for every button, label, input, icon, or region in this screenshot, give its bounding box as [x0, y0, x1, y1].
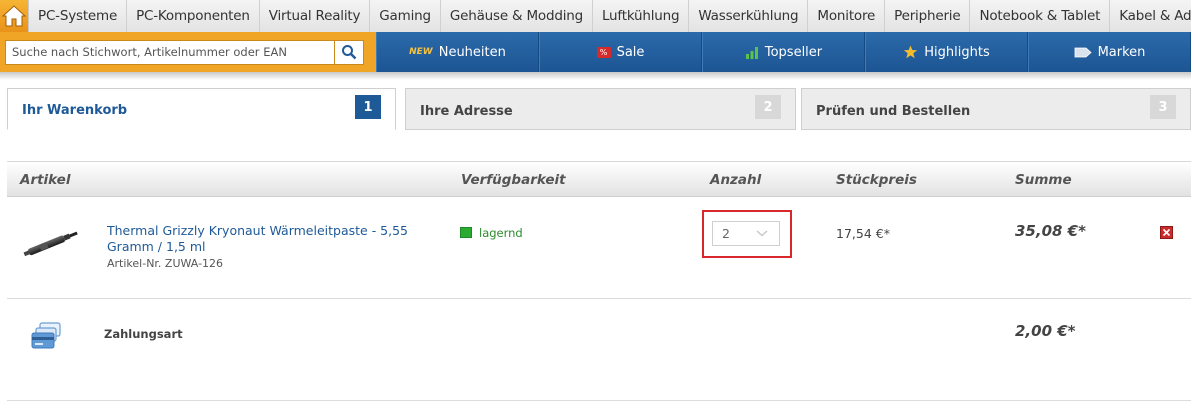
home-button[interactable] — [0, 0, 29, 32]
quick-nav: NEW Neuheiten % Sale Topseller Highlight… — [376, 32, 1191, 72]
step-label: Ihr Warenkorb — [22, 103, 128, 118]
header-verfuegbarkeit: Verfügbarkeit — [461, 172, 566, 188]
stock-indicator-icon — [460, 227, 472, 238]
quick-nav-topseller[interactable]: Topseller — [702, 32, 865, 72]
header-stueckpreis: Stückpreis — [836, 172, 917, 188]
payment-label: Zahlungsart — [104, 327, 183, 341]
header-summe: Summe — [1015, 172, 1072, 188]
nav-item-pc-systeme[interactable]: PC-Systeme — [29, 0, 128, 32]
nav-item-wasserkuehlung[interactable]: Wasserkühlung — [689, 0, 809, 32]
bar-chart-icon — [745, 46, 758, 59]
nav-item-kabel-adapter[interactable]: Kabel & Adapter — [1110, 0, 1191, 32]
header-anzahl: Anzahl — [710, 172, 762, 188]
sale-badge: % — [596, 46, 611, 58]
nav-item-gaming[interactable]: Gaming — [370, 0, 441, 32]
new-badge: NEW — [409, 47, 433, 57]
nav-item-monitore[interactable]: Monitore — [808, 0, 886, 32]
quick-nav-label: Highlights — [924, 44, 990, 60]
nav-item-luftkuehlung[interactable]: Luftkühlung — [592, 0, 690, 32]
step-number: 1 — [355, 95, 381, 119]
payment-row: Zahlungsart 2,00 €* — [7, 300, 1191, 401]
star-icon — [904, 45, 918, 59]
nav-item-virtual-reality[interactable]: Virtual Reality — [259, 0, 371, 32]
step-label: Prüfen und Bestellen — [816, 103, 971, 119]
nav-item-pc-komponenten[interactable]: PC-Komponenten — [127, 0, 260, 32]
close-icon — [1162, 228, 1171, 237]
step-cart[interactable]: Ihr Warenkorb 1 — [7, 88, 396, 130]
quick-nav-marken[interactable]: Marken — [1028, 32, 1191, 72]
payment-total: 2,00 €* — [1015, 322, 1076, 340]
search-area — [0, 32, 376, 72]
nav-item-gehaeuse-modding[interactable]: Gehäuse & Modding — [440, 0, 593, 32]
cart-table-header: Artikel Verfügbarkeit Anzahl Stückpreis … — [7, 161, 1191, 197]
nav-item-notebook-tablet[interactable]: Notebook & Tablet — [970, 0, 1111, 32]
product-sku: Artikel-Nr. ZUWA-126 — [107, 257, 224, 270]
unit-price: 17,54 €* — [836, 226, 890, 241]
step-number: 2 — [755, 95, 781, 119]
line-total: 35,08 €* — [1015, 222, 1086, 240]
step-number: 3 — [1150, 95, 1176, 119]
search-icon — [342, 45, 357, 60]
quick-nav-label: Topseller — [764, 44, 823, 60]
search-button[interactable] — [334, 39, 364, 65]
quantity-value: 2 — [722, 226, 730, 241]
quick-nav-sale[interactable]: % Sale — [539, 32, 702, 72]
availability-text: lagernd — [479, 226, 523, 240]
nav-item-peripherie[interactable]: Peripherie — [885, 0, 971, 32]
product-image — [23, 231, 78, 257]
quick-nav-label: Neuheiten — [438, 44, 506, 60]
product-title-link[interactable]: Thermal Grizzly Kryonaut Wärmeleitpaste … — [107, 223, 427, 255]
tag-icon — [1074, 47, 1092, 57]
home-icon — [1, 5, 27, 27]
category-nav: PC-Systeme PC-Komponenten Virtual Realit… — [0, 0, 1191, 32]
header-shadow — [0, 72, 1191, 80]
step-label: Ihre Adresse — [420, 103, 513, 119]
quick-nav-neuheiten[interactable]: NEW Neuheiten — [376, 32, 539, 72]
chevron-down-icon — [756, 230, 768, 237]
quantity-highlight: 2 — [702, 210, 792, 258]
quick-nav-label: Marken — [1097, 44, 1146, 60]
payment-card-icon — [31, 322, 61, 349]
search-input[interactable] — [5, 39, 334, 65]
quick-nav-highlights[interactable]: Highlights — [865, 32, 1028, 72]
cart-item-row: Thermal Grizzly Kryonaut Wärmeleitpaste … — [7, 198, 1191, 299]
search-bar: NEW Neuheiten % Sale Topseller Highlig — [0, 32, 1191, 72]
step-address[interactable]: Ihre Adresse 2 — [405, 88, 796, 130]
header-artikel: Artikel — [20, 172, 71, 188]
remove-item-button[interactable] — [1160, 226, 1173, 239]
quick-nav-label: Sale — [616, 44, 645, 60]
step-review[interactable]: Prüfen und Bestellen 3 — [801, 88, 1191, 130]
quantity-select[interactable]: 2 — [712, 221, 780, 246]
